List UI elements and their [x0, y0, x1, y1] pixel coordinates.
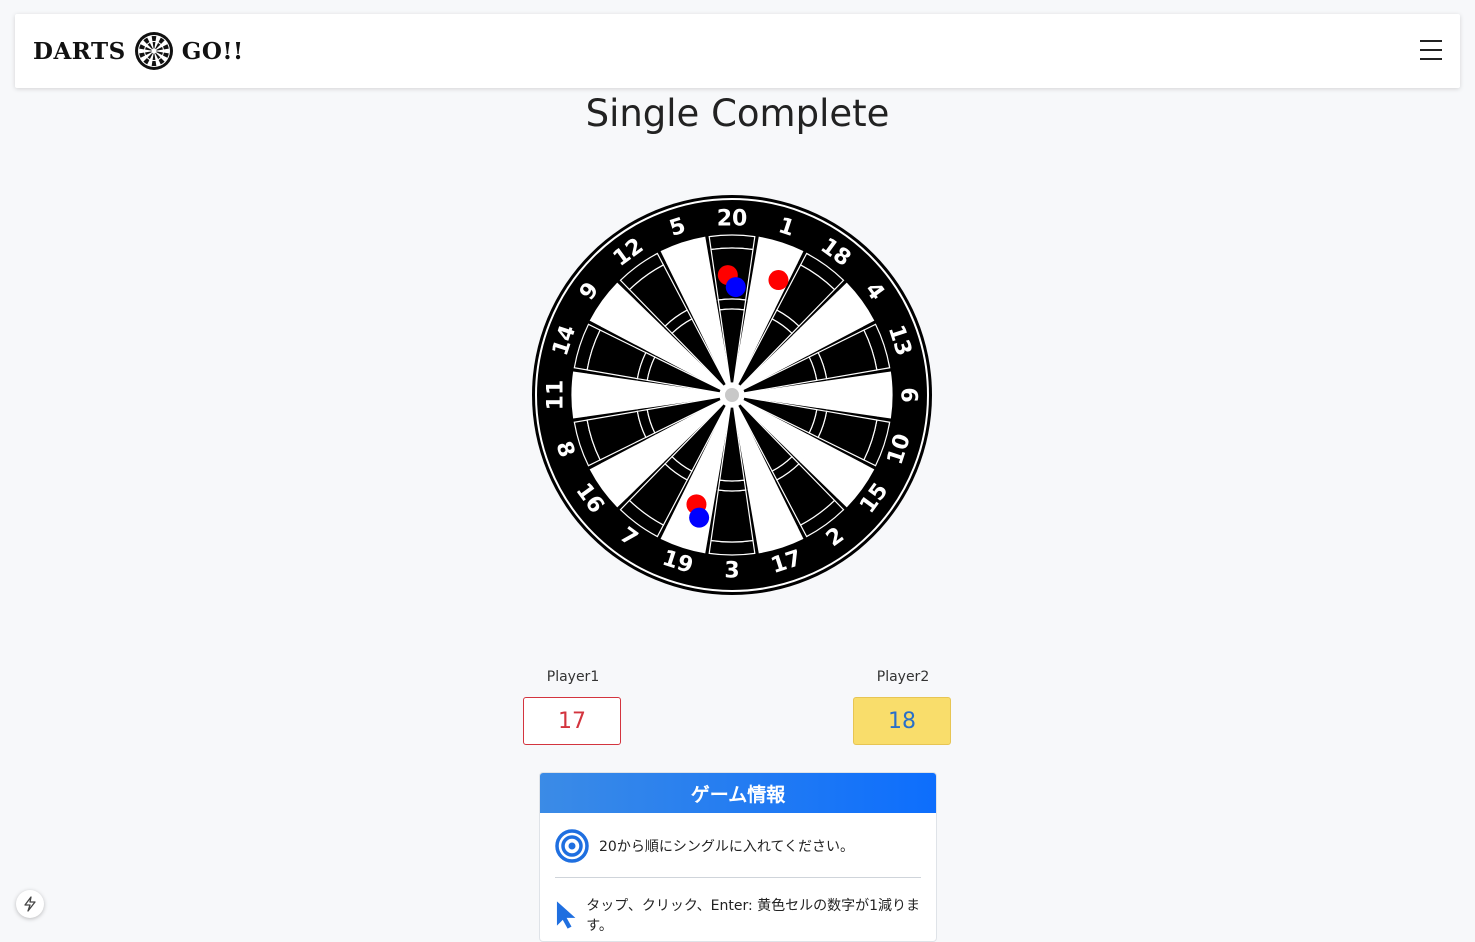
lightning-icon: [24, 896, 36, 912]
info-row-instruction: 20から順にシングルに入れてください。: [555, 829, 854, 863]
player1-label: Player1: [546, 669, 600, 685]
page-title: Single Complete: [585, 92, 890, 135]
segment-11-double: [571, 371, 588, 419]
segment-6-outer-single: [826, 373, 880, 417]
brand[interactable]: DARTS GO!!: [33, 32, 244, 70]
segment-3-double: [708, 539, 756, 556]
segment-20-triple: [717, 298, 747, 311]
brand-text-right: GO!!: [181, 37, 244, 65]
board-number-6: 6: [896, 387, 921, 402]
hamburger-menu-icon[interactable]: [1420, 40, 1442, 62]
dart-marker-player2-4: [689, 507, 710, 528]
info-row-controls: タップ、クリック、Enter: 黄色セルの数字が1減ります。: [555, 895, 936, 935]
segment-20-double: [708, 234, 756, 251]
player2-score-cell[interactable]: 18: [853, 697, 951, 745]
cursor-icon: [556, 901, 576, 929]
player2-label: Player2: [876, 669, 930, 685]
dart-marker-player2-1: [725, 277, 746, 298]
segment-3-triple: [717, 479, 747, 492]
game-info-card: ゲーム情報 20から順にシングルに入れてください。 タップ、クリック、Enter…: [539, 772, 937, 942]
game-info-title: ゲーム情報: [540, 773, 936, 813]
brand-text-left: DARTS: [33, 37, 126, 65]
segment-11-triple: [635, 380, 648, 410]
segment-3-outer-single: [710, 489, 754, 543]
target-icon: [555, 829, 589, 863]
dartboard-logo-icon: [134, 32, 173, 70]
lightning-badge[interactable]: [16, 890, 44, 918]
navbar: DARTS GO!!: [15, 14, 1460, 88]
info-instruction-text: 20から順にシングルに入れてください。: [599, 839, 854, 855]
board-number-11: 11: [544, 380, 569, 411]
dartboard[interactable]: 20 11841361015217319716811149125: [530, 193, 934, 597]
segment-6-triple: [816, 380, 829, 410]
info-controls-text: タップ、クリック、Enter: 黄色セルの数字が1減ります。: [586, 898, 921, 934]
inner-bull: [725, 388, 739, 402]
board-number-20: 20: [717, 207, 748, 232]
dart-marker-player1-2: [768, 270, 789, 291]
player1-score-cell[interactable]: 17: [523, 697, 621, 745]
info-divider: [555, 877, 921, 878]
board-number-3: 3: [724, 559, 739, 584]
segment-11-outer-single: [584, 373, 638, 417]
segment-6-double: [876, 371, 893, 419]
